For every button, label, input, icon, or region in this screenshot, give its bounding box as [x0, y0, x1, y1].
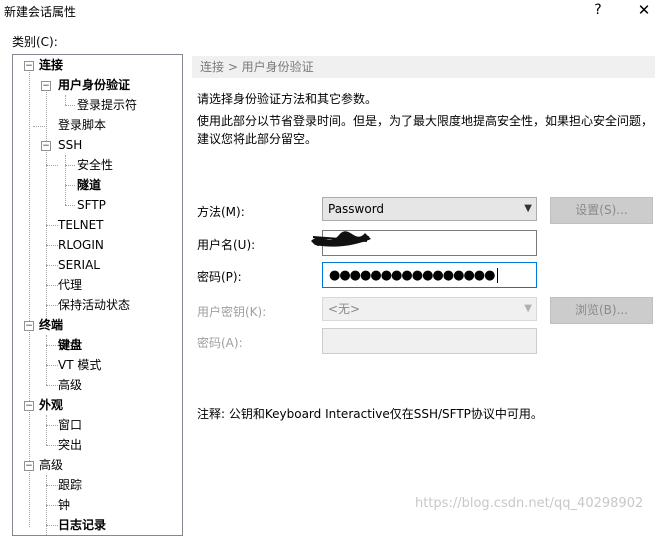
description-line-1: 请选择身份验证方法和其它参数。 [197, 92, 378, 106]
passphrase-field[interactable] [322, 328, 537, 354]
close-button[interactable]: ✕ [624, 0, 664, 22]
tree-item-proxy[interactable]: 代理 [58, 275, 82, 295]
tree-item-label: 高级 [58, 378, 83, 392]
tree-item-rlogin[interactable]: RLOGIN [58, 235, 104, 255]
collapse-icon[interactable]: − [24, 461, 34, 471]
tree-item-label: SERIAL [58, 258, 100, 272]
tree-item-highlight[interactable]: 突出 [58, 435, 82, 455]
password-dots: ●●●●●●●●●●●●●●●● [329, 268, 495, 283]
note-text: 注释: 公钥和Keyboard Interactive仅在SSH/SFTP协议中… [197, 407, 543, 421]
tree-item-logging[interactable]: 日志记录 [58, 515, 106, 535]
tree-item-login-prompts[interactable]: 登录提示符 [77, 95, 137, 115]
tree-item-label: SSH [58, 138, 83, 152]
tree-item-bell[interactable]: 钟 [58, 495, 70, 515]
method-value: Password [328, 202, 385, 216]
tree-item-tunneling[interactable]: 隧道 [77, 175, 101, 195]
userkey-select[interactable]: <无> ▼ [322, 297, 537, 321]
password-field[interactable]: ●●●●●●●●●●●●●●●● [322, 262, 537, 288]
tree-item-appearance[interactable]: 外观 [39, 395, 63, 415]
password-label: 密码(P): [197, 270, 242, 284]
tree-item-label: 登录脚本 [58, 118, 107, 132]
tree-item-label: 连接 [39, 58, 64, 72]
tree-item-label: 跟踪 [58, 478, 83, 492]
tree-item-label: 突出 [58, 438, 83, 452]
tree-item-user-auth[interactable]: 用户身份验证 [58, 75, 130, 95]
method-select[interactable]: Password ▼ [322, 197, 537, 221]
tree-item-label: 钟 [58, 498, 71, 512]
tree-item-label: 安全性 [77, 158, 114, 172]
redaction-scribble [311, 231, 371, 247]
tree-item-keyboard[interactable]: 键盘 [58, 335, 82, 355]
username-label: 用户名(U): [197, 238, 256, 252]
browse-button[interactable]: 浏览(B)... [550, 297, 653, 324]
tree-item-terminal-advanced[interactable]: 高级 [58, 375, 82, 395]
tree-item-label: 日志记录 [58, 518, 107, 532]
description-line-2: 使用此部分以节省登录时间。但是，为了最大限度地提高安全性，如果担心安全问题， [197, 114, 654, 128]
tree-item-label: 高级 [39, 458, 64, 472]
settings-button[interactable]: 设置(S)... [550, 197, 653, 224]
chevron-down-icon: ▼ [524, 303, 532, 314]
tree-item-label: 用户身份验证 [58, 78, 131, 92]
tree-item-security[interactable]: 安全性 [77, 155, 113, 175]
collapse-icon[interactable]: − [24, 321, 34, 331]
tree-item-terminal[interactable]: 终端 [39, 315, 63, 335]
collapse-icon[interactable]: − [41, 81, 51, 91]
tree-item-label: VT 模式 [58, 358, 102, 372]
collapse-icon[interactable]: − [41, 141, 51, 151]
tree-item-window[interactable]: 窗口 [58, 415, 82, 435]
tree-item-sftp[interactable]: SFTP [77, 195, 106, 215]
category-tree[interactable]: − − − − − − 连接 用户身份验证 登录提示符 登录脚本 SSH 安全性… [12, 54, 183, 536]
tree-item-label: 键盘 [58, 338, 83, 352]
tree-item-label: 终端 [39, 318, 64, 332]
tree-item-ssh[interactable]: SSH [58, 135, 82, 155]
tree-item-label: 隧道 [77, 178, 102, 192]
userkey-label: 用户密钥(K): [197, 305, 267, 319]
tree-item-trace[interactable]: 跟踪 [58, 475, 82, 495]
tree-item-label: 窗口 [58, 418, 83, 432]
tree-item-vt-mode[interactable]: VT 模式 [58, 355, 101, 375]
tree-item-login-script[interactable]: 登录脚本 [58, 115, 106, 135]
tree-item-label: RLOGIN [58, 238, 104, 252]
window-title: 新建会话属性 [4, 5, 77, 19]
tree-item-label: 外观 [39, 398, 64, 412]
tree-item-serial[interactable]: SERIAL [58, 255, 100, 275]
collapse-icon[interactable]: − [24, 61, 34, 71]
tree-item-telnet[interactable]: TELNET [58, 215, 104, 235]
passphrase-label: 密码(A): [197, 336, 243, 350]
tree-item-keep-alive[interactable]: 保持活动状态 [58, 295, 130, 315]
breadcrumb: 连接 > 用户身份验证 [192, 56, 655, 78]
tree-item-label: 登录提示符 [77, 98, 138, 112]
chevron-down-icon: ▼ [524, 203, 532, 214]
userkey-value: <无> [328, 302, 361, 316]
watermark: https://blog.csdn.net/qq_40298902 [415, 496, 644, 511]
tree-item-connection[interactable]: 连接 [39, 55, 63, 75]
tree-item-label: SFTP [77, 198, 106, 212]
category-label: 类别(C): [12, 35, 58, 49]
help-button[interactable]: ? [578, 0, 618, 22]
collapse-icon[interactable]: − [24, 401, 34, 411]
tree-item-advanced[interactable]: 高级 [39, 455, 63, 475]
title-bar: 新建会话属性 ? ✕ [0, 0, 669, 22]
tree-item-label: 保持活动状态 [58, 298, 131, 312]
tree-item-label: TELNET [58, 218, 104, 232]
description-line-3: 建议您将此部分留空。 [197, 132, 318, 146]
tree-item-label: 代理 [58, 278, 83, 292]
method-label: 方法(M): [197, 205, 245, 219]
